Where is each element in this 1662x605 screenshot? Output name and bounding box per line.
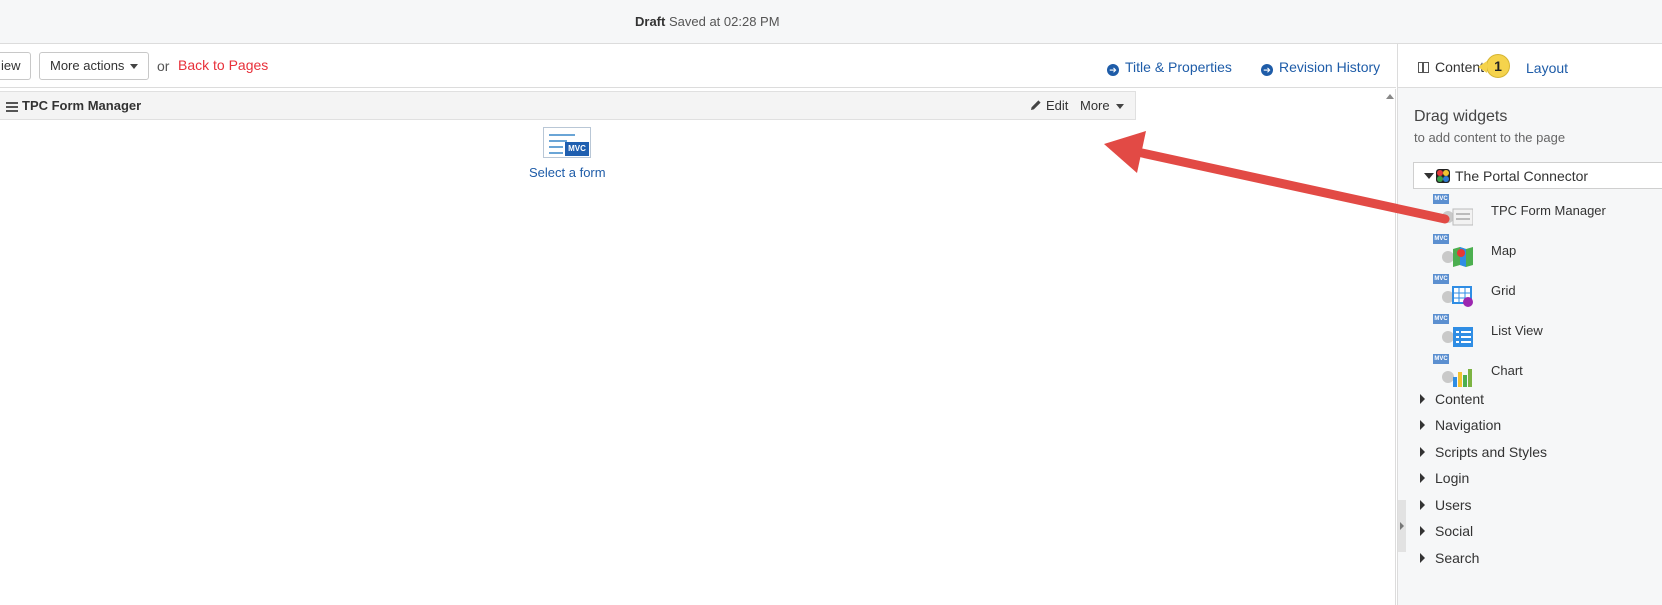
list-view-icon: MVC <box>1433 314 1477 350</box>
columns-icon <box>1418 62 1429 73</box>
or-text: or <box>157 58 170 74</box>
widget-group-header[interactable]: The Portal Connector <box>1413 162 1662 189</box>
widget-label: Grid <box>1491 283 1516 298</box>
title-properties-link[interactable]: ➔ Title & Properties <box>1107 59 1232 76</box>
widget-more-button[interactable]: More <box>1080 98 1124 113</box>
category-search[interactable]: Search <box>1420 550 1479 566</box>
category-social[interactable]: Social <box>1420 523 1473 539</box>
widget-title: TPC Form Manager <box>22 98 142 113</box>
more-label: More <box>1080 98 1110 113</box>
widget-group-title: The Portal Connector <box>1455 168 1589 184</box>
revision-history-link[interactable]: ➔ Revision History <box>1261 59 1380 76</box>
category-users[interactable]: Users <box>1420 497 1472 513</box>
drag-handle-icon[interactable] <box>6 102 18 112</box>
status-bar: Draft Saved at 02:28 PM <box>0 0 1662 44</box>
widget-label: List View <box>1491 323 1543 338</box>
view-button-label: iew <box>1 58 21 73</box>
widgets-panel: Content Layout 1 Drag widgets to add con… <box>1397 44 1662 605</box>
drag-widgets-title: Drag widgets <box>1414 108 1508 125</box>
view-button[interactable]: iew <box>0 52 31 80</box>
more-actions-button[interactable]: More actions <box>39 52 149 80</box>
revision-history-label: Revision History <box>1279 59 1381 75</box>
editor-toolbar: iew More actions or Back to Pages ➔ Title… <box>0 44 1396 88</box>
form-placeholder-icon[interactable]: MVC <box>543 127 591 158</box>
widget-item-map[interactable]: MVC Map <box>1433 234 1661 270</box>
widget-item-form-manager[interactable]: MVC TPC Form Manager <box>1433 194 1661 230</box>
category-content[interactable]: Content <box>1420 391 1484 407</box>
widget-item-list-view[interactable]: MVC List View <box>1433 314 1661 350</box>
title-properties-label: Title & Properties <box>1125 59 1232 75</box>
caret-down-icon <box>130 64 139 70</box>
category-navigation[interactable]: Navigation <box>1420 417 1501 433</box>
step-callout-badge: 1 <box>1478 54 1510 78</box>
category-login[interactable]: Login <box>1420 470 1469 486</box>
page-editor: Draft Saved at 02:28 PM iew More actions… <box>0 0 1662 605</box>
canvas-scrollbar[interactable] <box>1381 89 1396 605</box>
caret-down-icon <box>1115 104 1124 110</box>
draft-label: Draft <box>635 14 666 29</box>
tab-content-label: Content <box>1435 59 1485 75</box>
map-icon: MVC <box>1433 234 1477 270</box>
edit-widget-button[interactable]: Edit <box>1030 98 1068 113</box>
tab-content[interactable]: Content <box>1418 59 1484 75</box>
saved-time: Saved at 02:28 PM <box>668 14 780 29</box>
expanded-triangle-icon <box>1424 173 1434 179</box>
circle-arrow-right-icon: ➔ <box>1107 64 1119 76</box>
widget-item-chart[interactable]: MVC Chart <box>1433 354 1661 390</box>
select-form-link[interactable]: Select a form <box>529 165 606 180</box>
form-manager-icon: MVC <box>1433 194 1477 230</box>
widget-label: TPC Form Manager <box>1491 203 1606 218</box>
tab-layout[interactable]: Layout <box>1526 60 1568 76</box>
edit-label: Edit <box>1046 98 1069 113</box>
back-to-pages-link[interactable]: Back to Pages <box>178 57 268 73</box>
panel-tabs: Content Layout 1 <box>1398 44 1662 88</box>
drag-widgets-subtitle: to add content to the page <box>1414 130 1566 145</box>
panel-collapse-handle[interactable] <box>1398 500 1406 552</box>
chart-icon: MVC <box>1433 354 1477 390</box>
category-scripts-and-styles[interactable]: Scripts and Styles <box>1420 444 1547 460</box>
portal-connector-logo-icon <box>1436 169 1450 183</box>
mvc-tag: MVC <box>565 142 589 156</box>
more-actions-label: More actions <box>50 58 125 73</box>
widget-item-grid[interactable]: MVC Grid <box>1433 274 1661 310</box>
grid-icon: MVC <box>1433 274 1477 310</box>
circle-arrow-right-icon: ➔ <box>1261 64 1273 76</box>
widget-label: Chart <box>1491 363 1523 378</box>
page-canvas[interactable]: TPC Form Manager Edit More MVC Select a … <box>0 89 1381 605</box>
save-status: Draft Saved at 02:28 PM <box>635 14 780 29</box>
scroll-up-arrow-icon[interactable] <box>1386 94 1394 99</box>
widget-header[interactable]: TPC Form Manager Edit More <box>0 91 1136 120</box>
pencil-icon <box>1031 100 1041 110</box>
widget-label: Map <box>1491 243 1517 258</box>
